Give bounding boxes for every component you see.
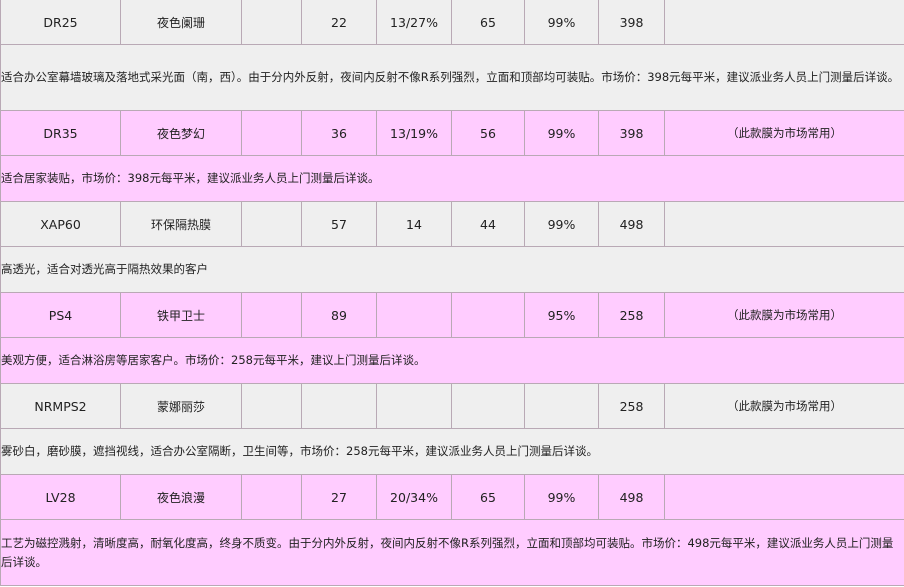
spec-cell-4: 36 [301,110,377,156]
note-cell: （此款膜为市场常用） [664,383,904,429]
note-cell [664,0,904,45]
spec-cell-7: 95% [524,292,599,338]
spec-cell-7 [524,383,599,429]
model-cell: DR25 [0,0,121,45]
spec-cell-6: 56 [451,110,525,156]
price-cell: 258 [598,383,665,429]
product-row: DR35 夜色梦幻 36 13/19% 56 99% 398 （此款膜为市场常用） [0,110,904,156]
spec-cell-5 [376,292,452,338]
spec-cell-5: 14 [376,201,452,247]
spec-cell-4 [301,383,377,429]
spec-cell-5: 13/27% [376,0,452,45]
description-cell: 高透光，适合对透光高于隔热效果的客户 [0,246,904,293]
price-cell: 498 [598,474,665,520]
description-row: 美观方便，适合淋浴房等居家客户。市场价：258元每平米，建议上门测量后详谈。 [0,337,904,384]
description-cell: 适合办公室幕墙玻璃及落地式采光面（南，西）。由于分内外反射，夜间内反射不像R系列… [0,44,904,111]
product-row: NRMPS2 蒙娜丽莎 258 （此款膜为市场常用） [0,383,904,429]
model-cell: DR35 [0,110,121,156]
model-cell: PS4 [0,292,121,338]
spec-cell-4: 89 [301,292,377,338]
spec-cell-7: 99% [524,474,599,520]
spec-cell-5 [376,383,452,429]
description-row: 工艺为磁控溅射，清晰度高，耐氧化度高，终身不质变。由于分内外反射，夜间内反射不像… [0,519,904,586]
description-row: 适合居家装贴，市场价：398元每平米，建议派业务人员上门测量后详谈。 [0,155,904,202]
spec-cell-3 [241,110,302,156]
spec-cell-5: 13/19% [376,110,452,156]
table-body: DR25 夜色阑珊 22 13/27% 65 99% 398 适合办公室幕墙玻璃及落地式采光面… [0,0,904,586]
description-row: 高透光，适合对透光高于隔热效果的客户 [0,246,904,293]
description-row: 适合办公室幕墙玻璃及落地式采光面（南，西）。由于分内外反射，夜间内反射不像R系列… [0,44,904,111]
spec-cell-6: 65 [451,0,525,45]
product-table: DR25 夜色阑珊 22 13/27% 65 99% 398 适合办公室幕墙玻璃及落地式采光面… [0,0,904,586]
note-cell [664,201,904,247]
product-row: XAP60 环保隔热膜 57 14 44 99% 498 [0,201,904,247]
product-name-cell: 铁甲卫士 [120,292,242,338]
note-cell [664,474,904,520]
product-name-cell: 蒙娜丽莎 [120,383,242,429]
spec-cell-4: 22 [301,0,377,45]
spec-cell-4: 57 [301,201,377,247]
product-name-cell: 夜色浪漫 [120,474,242,520]
model-cell: LV28 [0,474,121,520]
product-row: PS4 铁甲卫士 89 95% 258 （此款膜为市场常用） [0,292,904,338]
description-cell: 雾砂白，磨砂膜，遮挡视线，适合办公室隔断，卫生间等，市场价：258元每平米，建议… [0,428,904,475]
spec-cell-7: 99% [524,201,599,247]
spec-cell-3 [241,474,302,520]
spec-cell-3 [241,201,302,247]
spec-cell-3 [241,383,302,429]
price-cell: 398 [598,110,665,156]
note-cell: （此款膜为市场常用） [664,110,904,156]
spec-cell-5: 20/34% [376,474,452,520]
description-row: 雾砂白，磨砂膜，遮挡视线，适合办公室隔断，卫生间等，市场价：258元每平米，建议… [0,428,904,475]
spec-cell-3 [241,292,302,338]
spec-cell-6 [451,383,525,429]
spec-cell-6: 44 [451,201,525,247]
spec-cell-3 [241,0,302,45]
product-name-cell: 环保隔热膜 [120,201,242,247]
spec-cell-7: 99% [524,110,599,156]
spec-cell-4: 27 [301,474,377,520]
spec-cell-6 [451,292,525,338]
note-cell: （此款膜为市场常用） [664,292,904,338]
model-cell: NRMPS2 [0,383,121,429]
model-cell: XAP60 [0,201,121,247]
price-cell: 398 [598,0,665,45]
description-cell: 适合居家装贴，市场价：398元每平米，建议派业务人员上门测量后详谈。 [0,155,904,202]
description-cell: 美观方便，适合淋浴房等居家客户。市场价：258元每平米，建议上门测量后详谈。 [0,337,904,384]
product-name-cell: 夜色阑珊 [120,0,242,45]
product-row: DR25 夜色阑珊 22 13/27% 65 99% 398 [0,0,904,45]
product-name-cell: 夜色梦幻 [120,110,242,156]
price-cell: 258 [598,292,665,338]
price-cell: 498 [598,201,665,247]
description-cell: 工艺为磁控溅射，清晰度高，耐氧化度高，终身不质变。由于分内外反射，夜间内反射不像… [0,519,904,586]
spec-cell-6: 65 [451,474,525,520]
spec-cell-7: 99% [524,0,599,45]
product-row: LV28 夜色浪漫 27 20/34% 65 99% 498 [0,474,904,520]
